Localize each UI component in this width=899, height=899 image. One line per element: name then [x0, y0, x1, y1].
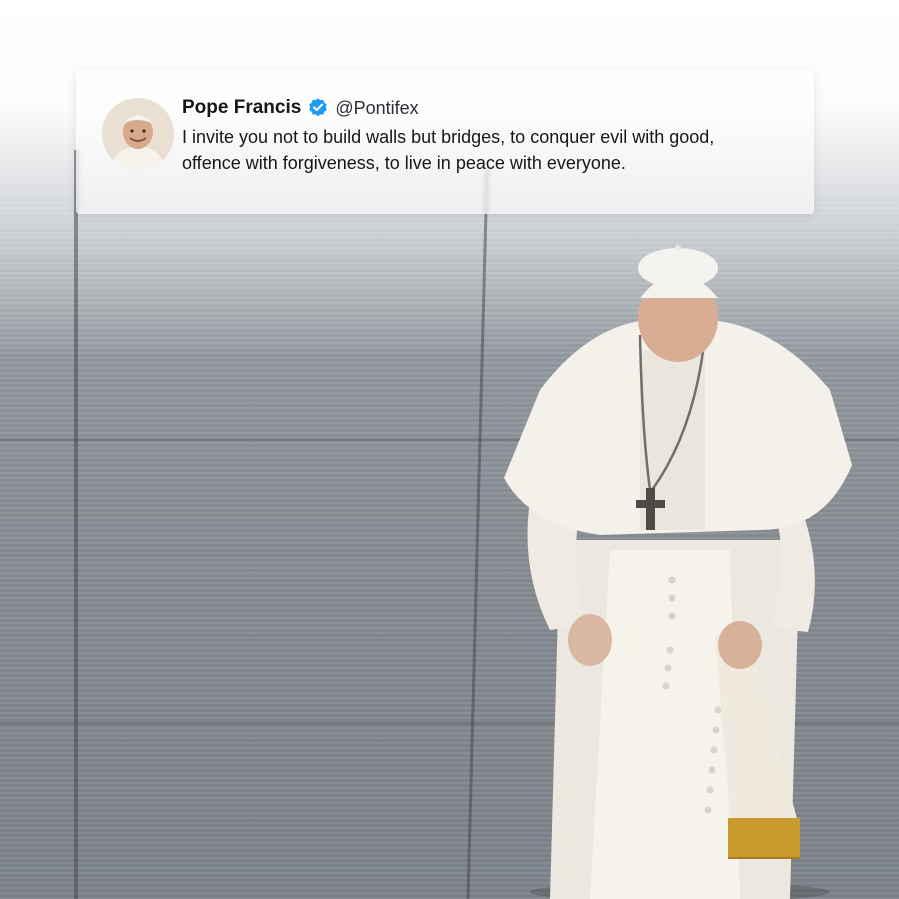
verified-badge-icon — [309, 98, 328, 117]
profile-photo-icon — [102, 98, 174, 170]
tweet-card: Pope Francis @Pontifex I invite you not … — [76, 70, 814, 214]
user-handle[interactable]: @Pontifex — [335, 98, 418, 119]
pope-figure — [490, 240, 870, 899]
pavement-seam — [466, 170, 489, 899]
display-name[interactable]: Pope Francis — [182, 97, 301, 119]
tweet-text: I invite you not to build walls but brid… — [182, 127, 715, 173]
tweet-header: Pope Francis @Pontifex — [182, 96, 419, 120]
pavement-seam — [74, 150, 78, 899]
avatar[interactable] — [102, 98, 174, 170]
